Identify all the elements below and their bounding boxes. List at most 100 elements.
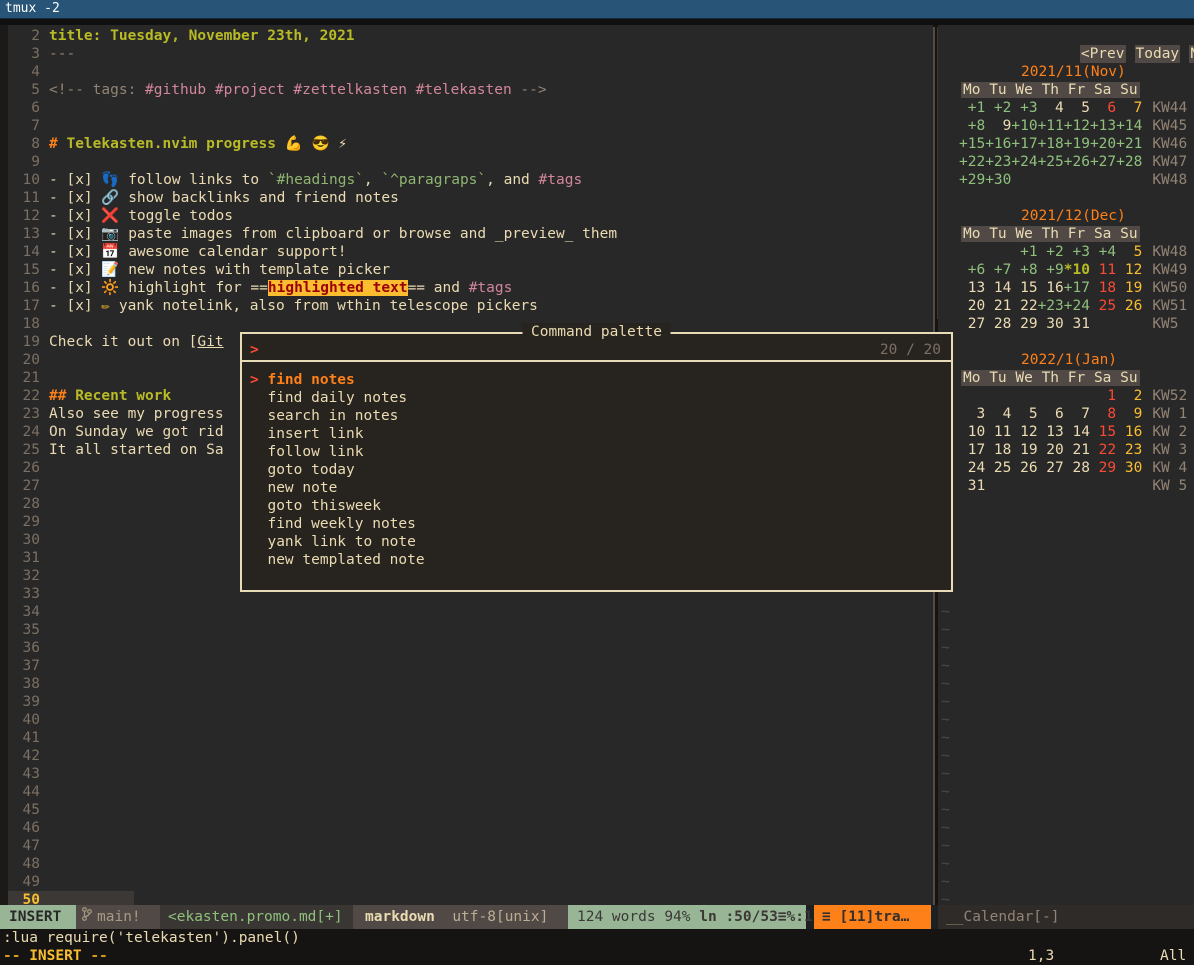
calendar-day-cell[interactable]: +3: [1064, 243, 1090, 261]
palette-item[interactable]: find weekly notes: [242, 515, 951, 533]
calendar-day-cell[interactable]: 25: [985, 459, 1011, 477]
calendar-day-cell[interactable]: 30: [1116, 459, 1142, 477]
palette-prompt-input[interactable]: > 20 / 20: [242, 334, 951, 362]
editor-line[interactable]: 49: [0, 873, 49, 891]
calendar-day-cell[interactable]: +30: [985, 171, 1011, 189]
editor-line[interactable]: 19Check it out on [Git: [0, 333, 224, 351]
palette-item-selected[interactable]: > find notes: [242, 371, 951, 389]
calendar-day-cell[interactable]: 29: [1090, 459, 1116, 477]
calendar-day-cell[interactable]: 22: [1011, 297, 1037, 315]
calendar-day-cell[interactable]: 16: [1038, 279, 1064, 297]
editor-line[interactable]: 27: [0, 477, 49, 495]
calendar-day-cell[interactable]: +3: [1011, 99, 1037, 117]
calendar-day-cell[interactable]: +24: [1011, 153, 1037, 171]
calendar-day-cell[interactable]: 10: [959, 423, 985, 441]
editor-line[interactable]: 33: [0, 585, 49, 603]
editor-line[interactable]: 43: [0, 765, 49, 783]
calendar-day-cell[interactable]: 29: [1011, 315, 1037, 333]
calendar-day-cell[interactable]: 19: [1116, 279, 1142, 297]
calendar-day-cell[interactable]: 13: [959, 279, 985, 297]
editor-line[interactable]: 9: [0, 153, 49, 171]
calendar-day-cell[interactable]: +18: [1038, 135, 1064, 153]
editor-line[interactable]: 13- [x] 📷 paste images from clipboard or…: [0, 225, 617, 243]
palette-item[interactable]: yank link to note: [242, 533, 951, 551]
calendar-day-cell[interactable]: +24: [1064, 297, 1090, 315]
calendar-day-cell[interactable]: 7: [1116, 99, 1142, 117]
editor-line[interactable]: 30: [0, 531, 49, 549]
calendar-day-cell[interactable]: 28: [1064, 459, 1090, 477]
editor-line[interactable]: 18: [0, 315, 49, 333]
calendar-day-cell[interactable]: +19: [1064, 135, 1090, 153]
editor-line[interactable]: 35: [0, 621, 49, 639]
calendar-day-cell[interactable]: 20: [959, 297, 985, 315]
calendar-day-cell[interactable]: 18: [985, 441, 1011, 459]
window-titlebar[interactable]: tmux -2: [0, 0, 1194, 19]
editor-line[interactable]: 20: [0, 351, 49, 369]
calendar-day-cell[interactable]: 24: [959, 459, 985, 477]
calendar-day-cell[interactable]: 6: [1090, 99, 1116, 117]
calendar-day-cell[interactable]: 2: [1116, 387, 1142, 405]
editor-line[interactable]: 17- [x] ✏ yank notelink, also from wthin…: [0, 297, 538, 315]
calendar-day-cell[interactable]: +7: [985, 261, 1011, 279]
calendar-day-cell[interactable]: 27: [959, 315, 985, 333]
editor-line[interactable]: 36: [0, 639, 49, 657]
editor-line[interactable]: 45: [0, 801, 49, 819]
editor-line[interactable]: 10- [x] 👣 follow links to `#headings`, `…: [0, 171, 582, 189]
calendar-day-cell[interactable]: 9: [1116, 405, 1142, 423]
calendar-day-cell[interactable]: 14: [985, 279, 1011, 297]
calendar-day-cell[interactable]: *10: [1064, 261, 1090, 279]
editor-line[interactable]: 22## Recent work: [0, 387, 171, 405]
calendar-day-cell[interactable]: 26: [1116, 297, 1142, 315]
calendar-day-cell[interactable]: 22: [1090, 441, 1116, 459]
calendar-day-cell[interactable]: 12: [1116, 261, 1142, 279]
tabs-segment[interactable]: ≡ [11]tra…: [814, 905, 931, 929]
editor-line[interactable]: 44: [0, 783, 49, 801]
calendar-day-cell[interactable]: +6: [959, 261, 985, 279]
editor-line[interactable]: 2title: Tuesday, November 23th, 2021: [0, 27, 355, 45]
editor-line[interactable]: 28: [0, 495, 49, 513]
editor-line[interactable]: 41: [0, 729, 49, 747]
calendar-day-cell[interactable]: +25: [1038, 153, 1064, 171]
calendar-day-cell[interactable]: +23: [1038, 297, 1064, 315]
calendar-day-cell[interactable]: +14: [1116, 117, 1142, 135]
calendar-day-cell[interactable]: +9: [1038, 261, 1064, 279]
calendar-day-cell[interactable]: +26: [1064, 153, 1090, 171]
calendar-day-cell[interactable]: 12: [1011, 423, 1037, 441]
calendar-day-cell[interactable]: 27: [1038, 459, 1064, 477]
calendar-day-cell[interactable]: 16: [1116, 423, 1142, 441]
palette-item[interactable]: search in notes: [242, 407, 951, 425]
editor-line[interactable]: 34: [0, 603, 49, 621]
calendar-day-cell[interactable]: 7: [1064, 405, 1090, 423]
calendar-day-cell[interactable]: 5: [1011, 405, 1037, 423]
calendar-day-cell[interactable]: 31: [1064, 315, 1090, 333]
calendar-day-cell[interactable]: 11: [985, 423, 1011, 441]
editor-line[interactable]: 6: [0, 99, 49, 117]
calendar-day-cell[interactable]: +11: [1038, 117, 1064, 135]
calendar-day-cell[interactable]: 5: [1116, 243, 1142, 261]
calendar-day-cell[interactable]: +4: [1090, 243, 1116, 261]
editor-line[interactable]: 42: [0, 747, 49, 765]
palette-item[interactable]: new templated note: [242, 551, 951, 569]
calendar-day-cell[interactable]: +13: [1090, 117, 1116, 135]
editor-line[interactable]: 48: [0, 855, 49, 873]
vim-command-line[interactable]: :lua require('telekasten').panel(): [0, 929, 1194, 947]
calendar-sidebar[interactable]: <PrevTodayNext> 2021/11(Nov)Mo Tu We Th …: [938, 25, 1194, 905]
editor-line[interactable]: 29: [0, 513, 49, 531]
calendar-day-cell[interactable]: +16: [985, 135, 1011, 153]
calendar-day-cell[interactable]: +2: [985, 99, 1011, 117]
palette-item[interactable]: find daily notes: [242, 389, 951, 407]
calendar-day-cell[interactable]: 23: [1116, 441, 1142, 459]
calendar-day-cell[interactable]: 17: [959, 441, 985, 459]
calendar-day-cell[interactable]: +20: [1090, 135, 1116, 153]
editor-line[interactable]: 8# Telekasten.nvim progress 💪 😎 ⚡: [0, 135, 347, 153]
calendar-day-cell[interactable]: +1: [1011, 243, 1037, 261]
calendar-day-cell[interactable]: 15: [1011, 279, 1037, 297]
calendar-day-cell[interactable]: 4: [985, 405, 1011, 423]
calendar-day-cell[interactable]: +10: [1011, 117, 1037, 135]
calendar-day-cell[interactable]: 28: [985, 315, 1011, 333]
editor-line[interactable]: 39: [0, 693, 49, 711]
editor-line[interactable]: 46: [0, 819, 49, 837]
editor-line[interactable]: 3---: [0, 45, 75, 63]
editor-line[interactable]: 47: [0, 837, 49, 855]
palette-item[interactable]: goto today: [242, 461, 951, 479]
